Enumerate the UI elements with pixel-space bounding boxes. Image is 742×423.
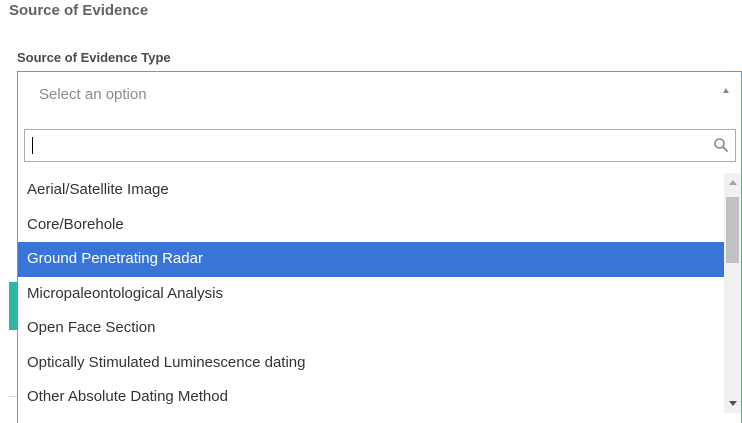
option-ground-penetrating-radar[interactable]: Ground Penetrating Radar [18, 242, 725, 277]
background-accent-bar [9, 282, 17, 330]
dropdown-panel: Aerial/Satellite Image Core/Borehole Gro… [17, 115, 742, 423]
search-icon [714, 138, 728, 152]
scrollbar-thumb[interactable] [726, 197, 739, 263]
evidence-type-select[interactable]: Select an option [17, 71, 742, 115]
option-aerial-satellite-image[interactable]: Aerial/Satellite Image [18, 173, 725, 208]
scroll-up-arrow-icon[interactable] [729, 180, 737, 185]
option-micropaleontological-analysis[interactable]: Micropaleontological Analysis [18, 277, 725, 312]
option-core-borehole[interactable]: Core/Borehole [18, 208, 725, 243]
option-open-face-section[interactable]: Open Face Section [18, 311, 725, 346]
option-optically-stimulated-luminescence-dating[interactable]: Optically Stimulated Luminescence dating [18, 346, 725, 381]
text-caret [32, 137, 33, 154]
search-field[interactable] [24, 129, 736, 162]
chevron-up-icon[interactable] [723, 88, 729, 93]
select-placeholder: Select an option [39, 86, 147, 103]
field-label: Source of Evidence Type [17, 50, 171, 65]
option-other-absolute-dating-method[interactable]: Other Absolute Dating Method [18, 380, 725, 415]
options-list: Aerial/Satellite Image Core/Borehole Gro… [18, 173, 725, 423]
search-input[interactable] [25, 130, 705, 161]
section-title: Source of Evidence [9, 2, 149, 19]
options-scrollbar[interactable] [724, 173, 741, 413]
scroll-down-arrow-icon[interactable] [729, 401, 737, 406]
